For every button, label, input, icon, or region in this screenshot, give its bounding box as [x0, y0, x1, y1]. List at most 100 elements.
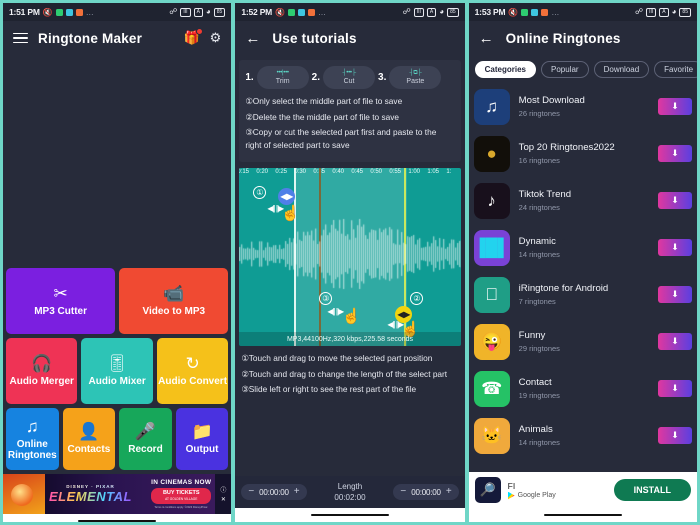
video-camera-icon: 📹 [163, 284, 185, 303]
ringtone-thumbnail: 🐱 [473, 417, 510, 454]
gift-icon[interactable]: 🎁 [183, 28, 203, 46]
trim-button[interactable]: •••|••• Trim [256, 66, 309, 89]
tile-label: Output [185, 444, 219, 455]
download-button[interactable]: ⬇ [657, 380, 692, 397]
tile-label: Audio Mixer [88, 376, 146, 387]
download-button[interactable]: ⬇ [657, 427, 692, 444]
list-item[interactable]: 🐱 Animals 14 ringtones ⬇ [473, 412, 692, 459]
tile-record[interactable]: 🎤 Record [119, 408, 172, 470]
status-bar: 1:52 PM 🔇 … ☍ III A ◕ 85 [235, 3, 465, 21]
list-item[interactable]: 😜 Funny 29 ringtones ⬇ [473, 318, 692, 365]
tile-label: Online Ringtones [7, 438, 57, 461]
mute-icon: 🔇 [508, 7, 519, 17]
ringtone-title: Contact [518, 377, 552, 388]
list-item[interactable]: ♪ Tiktok Trend 24 ringtones ⬇ [473, 177, 692, 224]
download-button[interactable]: ⬇ [657, 333, 692, 350]
ringtone-icon: 😜 [481, 331, 503, 351]
ringtone-count: 24 ringtones [518, 203, 560, 212]
step-chip-row: 1. •••|••• Trim 2. ┤•••├ Cut 3. ┤⧉├ Past… [245, 66, 454, 89]
step-number: 2. [311, 72, 321, 83]
list-item[interactable]: ▐█▌ Dynamic 14 ringtones ⬇ [473, 224, 692, 271]
list-item-text: Most Download 26 ringtones [510, 95, 658, 118]
hand-pointer-icon-3: ☝ [342, 308, 362, 325]
download-button[interactable]: ⬇ [657, 239, 692, 256]
ad-headline: IN CINEMAS NOW [151, 479, 212, 486]
back-arrow-icon[interactable]: ← [245, 31, 260, 46]
notification-icon-orange [308, 8, 316, 16]
ad-character-icon [3, 474, 45, 514]
ad-app-icon: 🔎 [474, 477, 501, 503]
tile-audio-convert[interactable]: ↻ Audio Convert [156, 338, 229, 404]
tab-download[interactable]: Download [593, 61, 650, 78]
back-arrow-icon[interactable]: ← [479, 31, 494, 46]
tab-categories[interactable]: Categories [474, 61, 537, 78]
end-time-stepper[interactable]: − 00:00:00 + [393, 484, 459, 500]
decrement-end-button[interactable]: − [400, 487, 406, 497]
ringtone-title: Animals [518, 424, 553, 435]
ad-close-icon[interactable]: ✕ [221, 496, 226, 503]
list-item[interactable]:  iRingtone for Android 7 ringtones ⬇ [473, 271, 692, 318]
tile-output[interactable]: 📁 Output [175, 408, 229, 470]
ad-banner-elemental[interactable]: DISNEY · PIXAR ELEMENTAL IN CINEMAS NOW … [3, 474, 232, 514]
ringtone-thumbnail: ♫ [473, 88, 510, 125]
tile-audio-merger[interactable]: 🎧 Audio Merger [6, 338, 78, 404]
gear-icon[interactable]: ⚙ [210, 30, 222, 46]
tile-mp3-cutter[interactable]: ✂ MP3 Cutter [6, 268, 116, 334]
tab-favorite[interactable]: Favorite [654, 61, 697, 78]
increment-start-button[interactable]: + [294, 487, 300, 497]
ringtone-title: Funny [518, 330, 546, 341]
cast-icon: A [193, 7, 203, 17]
folder-icon: 📁 [191, 422, 213, 441]
download-button[interactable]: ⬇ [657, 286, 692, 303]
ringtone-count: 29 ringtones [518, 344, 560, 353]
ringtone-thumbnail: ☎ [473, 370, 510, 407]
instruction-line: ③Slide left or right to see the rest par… [241, 384, 417, 394]
ringtone-icon: ▐█▌ [473, 237, 510, 257]
more-notifications-icon: … [318, 7, 327, 17]
decrement-start-button[interactable]: − [248, 487, 254, 497]
tile-online-ringtones[interactable]: ♫ Online Ringtones [6, 408, 59, 470]
battery-icon: 85 [447, 7, 459, 17]
waveform-editor[interactable]: 0:150:200:250:300:350:400:450:500:551:00… [239, 168, 461, 346]
tile-label: Contacts [67, 444, 111, 455]
start-time-stepper[interactable]: − 00:00:00 + [241, 484, 307, 500]
person-icon: 👤 [78, 422, 100, 441]
tile-contacts[interactable]: 👤 Contacts [62, 408, 116, 470]
ad-banner-google-play[interactable]: 🔎 FI Google Play INSTALL [468, 472, 697, 508]
list-item[interactable]: ☎ Contact 19 ringtones ⬇ [473, 365, 692, 412]
list-item-text: Top 20 Ringtones2022 16 ringtones [510, 142, 658, 165]
notification-icon-orange [541, 8, 549, 16]
notification-icon-green [288, 8, 296, 16]
ad-buy-tickets-button[interactable]: BUY TICKETS AT GOLDEN VILLAGE [151, 488, 212, 504]
download-button[interactable]: ⬇ [657, 145, 692, 162]
increment-end-button[interactable]: + [446, 487, 452, 497]
ringtone-count: 16 ringtones [518, 156, 560, 165]
ad-install-button[interactable]: INSTALL [613, 479, 691, 501]
list-item[interactable]: ♫ Most Download 26 ringtones ⬇ [473, 83, 692, 130]
paste-icon: ┤⧉├ [409, 70, 422, 76]
download-button[interactable]: ⬇ [657, 98, 692, 115]
chip-label: Paste [406, 78, 425, 85]
ad-app-title: FI [507, 480, 516, 491]
list-item[interactable]: ● Top 20 Ringtones2022 16 ringtones ⬇ [473, 130, 692, 177]
download-button[interactable]: ⬇ [657, 192, 692, 209]
tile-label: MP3 Cutter [34, 306, 87, 317]
status-time: 1:52 PM [241, 7, 273, 17]
chip-label: Cut [343, 78, 355, 85]
ad-store-label: Google Play [517, 492, 556, 499]
paste-button[interactable]: ┤⧉├ Paste [389, 66, 442, 89]
hamburger-icon[interactable] [13, 32, 28, 44]
filter-tabs: Categories Popular Download Favorite [469, 55, 697, 83]
vibrate-icon: III [413, 7, 424, 17]
mixer-sliders-icon: 🎚 [106, 354, 128, 373]
wifi-icon: ◕ [671, 7, 677, 16]
tab-popular[interactable]: Popular [541, 61, 589, 78]
ringtone-title: iRingtone for Android [518, 283, 609, 294]
length-value: 00:02:00 [334, 493, 366, 502]
cut-button[interactable]: ┤•••├ Cut [323, 66, 376, 89]
tile-audio-mixer[interactable]: 🎚 Audio Mixer [81, 338, 153, 404]
tile-video-to-mp3[interactable]: 📹 Video to MP3 [119, 268, 229, 334]
ad-info-icon[interactable]: ⓘ [220, 485, 226, 494]
tile-label: Audio Merger [9, 376, 74, 387]
drag-hint-3: ◀|| ||▶ [327, 307, 344, 316]
